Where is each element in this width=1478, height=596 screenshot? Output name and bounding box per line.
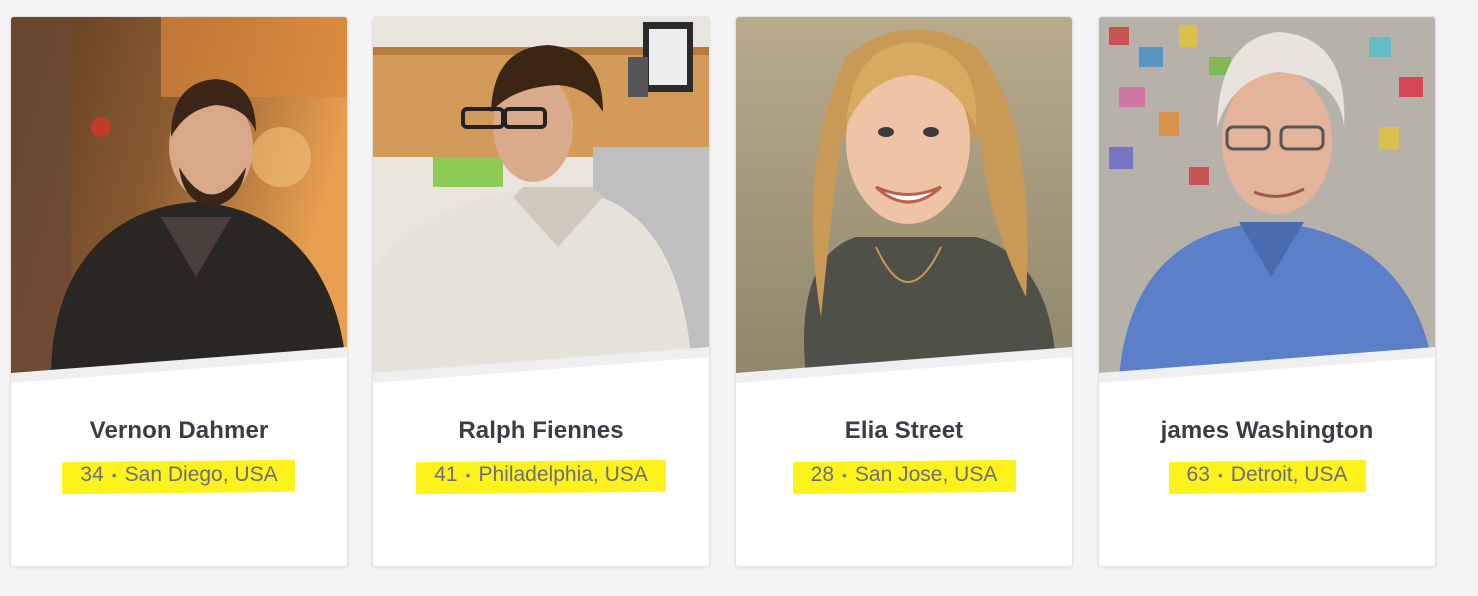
person-location: San Jose, USA xyxy=(854,463,998,486)
separator-dot: • xyxy=(111,467,117,484)
person-meta: 28 • San Jose, USA xyxy=(736,459,1072,495)
photo-slant-divider xyxy=(373,347,709,405)
person-card-elia-street[interactable]: Elia Street 28 • San Jose, USA xyxy=(735,16,1073,567)
photo-slant-divider xyxy=(1099,347,1435,405)
profile-photo[interactable] xyxy=(11,17,347,377)
separator-dot: • xyxy=(842,467,847,484)
photo-slant-divider xyxy=(11,347,347,405)
person-meta: 63 • Detroit, USA xyxy=(1099,459,1435,495)
person-age: 34 xyxy=(80,463,104,486)
person-name: james Washington xyxy=(1160,417,1374,444)
person-age: 28 xyxy=(810,463,835,486)
person-card-vernon-dahmer[interactable]: Vernon Dahmer 34 • San Diego, USA xyxy=(10,16,348,567)
person-meta: 41 • Philadelphia, USA xyxy=(373,459,709,495)
person-name: Vernon Dahmer xyxy=(89,417,269,444)
person-age: 41 xyxy=(434,463,458,486)
profile-photo[interactable] xyxy=(1099,17,1435,377)
separator-dot: • xyxy=(465,467,471,484)
person-card-ralph-fiennes[interactable]: Ralph Fiennes 41 • Philadelphia, USA xyxy=(372,16,710,567)
person-location: San Diego, USA xyxy=(124,463,278,486)
person-location: Philadelphia, USA xyxy=(478,463,648,486)
person-name: Ralph Fiennes xyxy=(458,417,624,444)
person-name: Elia Street xyxy=(844,417,964,444)
person-age: 63 xyxy=(1186,463,1210,486)
profile-photo[interactable] xyxy=(373,17,709,377)
person-location: Detroit, USA xyxy=(1230,463,1348,486)
photo-slant-divider xyxy=(736,347,1072,405)
profile-photo[interactable] xyxy=(736,17,1072,377)
separator-dot: • xyxy=(1217,467,1223,484)
person-meta: 34 • San Diego, USA xyxy=(11,459,347,495)
people-card-grid: Vernon Dahmer 34 • San Diego, USA Ralph … xyxy=(10,16,1450,567)
person-card-james-washington[interactable]: james Washington 63 • Detroit, USA xyxy=(1098,16,1436,567)
